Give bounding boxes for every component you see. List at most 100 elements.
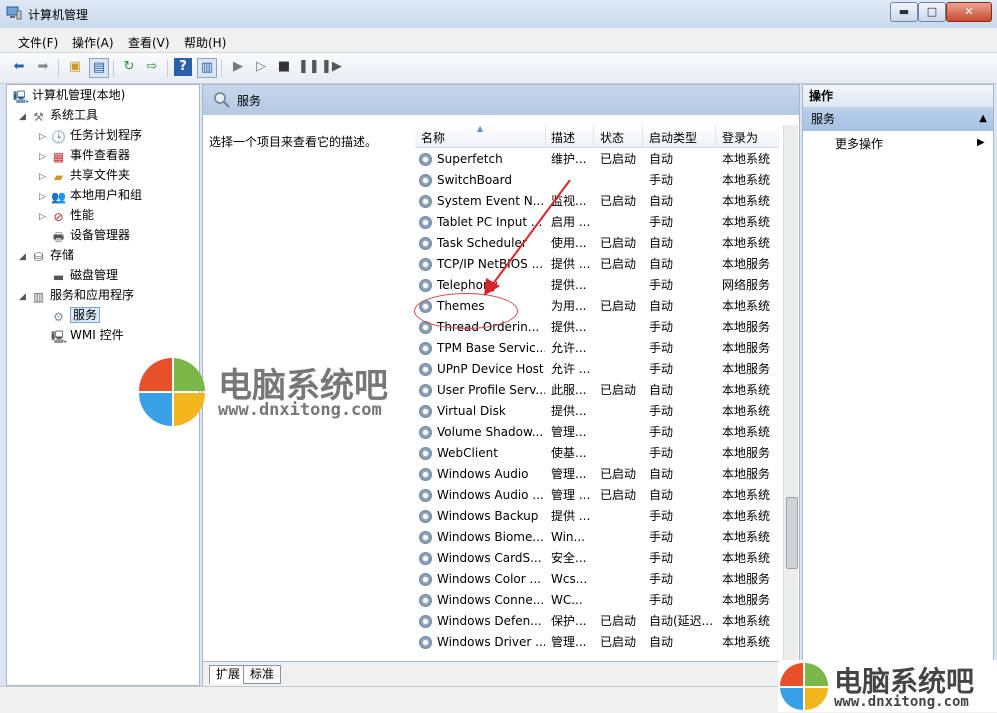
tree-item-services-apps[interactable]: ◢ ▥ 服务和应用程序 [19, 285, 134, 305]
service-startup-type: 自动 [649, 152, 674, 166]
service-startup-type: 手动 [649, 425, 674, 439]
refresh-icon[interactable]: ↻ [120, 58, 138, 76]
service-name: Windows Backup [437, 509, 539, 523]
collapse-up-icon[interactable]: ▲ [979, 107, 987, 131]
service-description: Win... [551, 530, 585, 544]
service-log-on-as: 本地服务 [722, 593, 771, 607]
table-row[interactable]: Windows Driver ... 管理... 已启动 自动 本地系统 [415, 632, 779, 653]
service-log-on-as: 本地服务 [722, 572, 771, 586]
column-log-on-as[interactable]: 登录为 [722, 129, 758, 146]
table-row[interactable]: Windows Audio ... 管理 ... 已启动 自动 本地系统 [415, 485, 779, 506]
table-row[interactable]: Superfetch 维护... 已启动 自动 本地系统 [415, 149, 779, 170]
minimize-button[interactable]: ▬ [890, 2, 918, 22]
table-row[interactable]: Windows Defen... 保护... 已启动 自动(延迟... 本地系统 [415, 611, 779, 632]
stop-service-icon[interactable]: ■ [275, 58, 293, 76]
help-icon[interactable]: ? [174, 58, 192, 76]
table-row[interactable]: WebClient 使基... 手动 本地服务 [415, 443, 779, 464]
table-row[interactable]: Windows Color ... Wcs... 手动 本地服务 [415, 569, 779, 590]
service-startup-type: 手动 [649, 572, 674, 586]
start-service-alt-icon[interactable]: ▷ [252, 58, 270, 76]
table-row[interactable]: Windows Backup 提供 ... 手动 本地系统 [415, 506, 779, 527]
table-row[interactable]: Windows Biome... Win... 手动 本地系统 [415, 527, 779, 548]
service-startup-type: 手动 [649, 404, 674, 418]
show-hide-tree-icon[interactable]: ▤ [89, 58, 109, 78]
expand-arrow-icon[interactable]: ▷ [39, 187, 51, 207]
actions-header: 操作 [803, 85, 993, 107]
service-log-on-as: 本地系统 [722, 173, 771, 187]
collapse-arrow-icon[interactable]: ◢ [19, 247, 31, 267]
table-row[interactable]: Volume Shadow... 管理... 手动 本地系统 [415, 422, 779, 443]
tree-item-local-users[interactable]: ▷ 👥 本地用户和组 [39, 185, 142, 205]
pause-service-icon[interactable]: ❚❚ [298, 58, 320, 76]
service-log-on-as: 本地服务 [722, 341, 771, 355]
services-title: 服务 [237, 94, 262, 108]
expand-arrow-icon[interactable]: ▷ [39, 207, 51, 227]
expand-arrow-icon[interactable]: ▷ [39, 167, 51, 187]
tree-item-services[interactable]: ⚙ 服务 [39, 305, 101, 325]
tree-item-performance[interactable]: ▷ ⊘ 性能 [39, 205, 94, 225]
restart-service-icon[interactable]: ❚▶ [321, 58, 342, 76]
back-arrow-icon[interactable]: ⬅ [10, 58, 28, 76]
actions-group-services[interactable]: 服务 ▲ [803, 107, 993, 131]
tab-standard[interactable]: 标准 [243, 665, 282, 684]
gear-icon [419, 279, 432, 292]
menu-action[interactable]: 操作(A) [72, 34, 114, 51]
close-button[interactable]: ✕ [946, 2, 992, 22]
tree-item-event-viewer[interactable]: ▷ ▦ 事件查看器 [39, 145, 130, 165]
table-row[interactable]: Windows Conne... WC... 手动 本地服务 [415, 590, 779, 611]
tree-item-disk-management[interactable]: ▬ 磁盘管理 [39, 265, 118, 285]
menu-file[interactable]: 文件(F) [18, 34, 58, 51]
gear-icon [419, 216, 432, 229]
tree-item-task-scheduler[interactable]: ▷ 🕓 任务计划程序 [39, 125, 142, 145]
gear-icon: ⚙ [53, 310, 64, 324]
service-name: TPM Base Servic... [437, 341, 545, 355]
column-description[interactable]: 描述 [551, 129, 575, 146]
maximize-button[interactable]: □ [918, 2, 946, 22]
watermark-corner: 电脑系统吧 www.dnxitong.com [778, 660, 997, 712]
table-row[interactable]: TPM Base Servic... 允许... 手动 本地服务 [415, 338, 779, 359]
service-description: 提供... [551, 404, 587, 418]
submenu-arrow-icon[interactable]: ▶ [977, 137, 985, 148]
forward-arrow-icon[interactable]: ➡ [34, 58, 52, 76]
service-description: WC... [551, 593, 583, 607]
computer-management-icon [6, 6, 22, 20]
column-startup-type[interactable]: 启动类型 [649, 129, 697, 146]
service-name: User Profile Serv... [437, 383, 545, 397]
service-status: 已启动 [600, 467, 637, 481]
start-service-icon[interactable]: ▶ [229, 58, 247, 76]
tab-extended[interactable]: 扩展 [209, 665, 248, 684]
collapse-arrow-icon[interactable]: ◢ [19, 107, 31, 127]
service-startup-type: 自动(延迟... [649, 614, 714, 628]
menu-view[interactable]: 查看(V) [128, 34, 170, 51]
collapse-arrow-icon[interactable]: ◢ [19, 287, 31, 307]
tree-item-storage[interactable]: ◢ ⛁ 存储 [19, 245, 74, 265]
up-folder-icon[interactable]: ▣ [66, 58, 84, 76]
scroll-thumb[interactable] [786, 497, 798, 569]
show-hide-action-pane-icon[interactable]: ▥ [197, 58, 217, 78]
watermark-url: www.dnxitong.com [218, 400, 382, 420]
table-row[interactable]: UPnP Device Host 允许 ... 手动 本地服务 [415, 359, 779, 380]
menu-help[interactable]: 帮助(H) [184, 34, 226, 51]
disk-icon: ▬ [52, 270, 65, 284]
table-row[interactable]: Windows Audio 管理... 已启动 自动 本地服务 [415, 464, 779, 485]
service-name: Superfetch [437, 152, 503, 166]
tree-item-shared-folders[interactable]: ▷ ▰ 共享文件夹 [39, 165, 130, 185]
tree-item-device-manager[interactable]: 🖶 设备管理器 [39, 225, 130, 245]
expand-arrow-icon[interactable]: ▷ [39, 147, 51, 167]
tree-item-root[interactable]: 🖳 计算机管理(本地) [13, 85, 125, 105]
table-row[interactable]: Virtual Disk 提供... 手动 本地系统 [415, 401, 779, 422]
table-row[interactable]: User Profile Serv... 此服... 已启动 自动 本地系统 [415, 380, 779, 401]
tree-item-wmi[interactable]: 🖳 WMI 控件 [39, 325, 124, 345]
table-row[interactable]: Windows CardS... 安全... 手动 本地系统 [415, 548, 779, 569]
column-name[interactable]: 名称 [421, 129, 445, 146]
title-bar: 计算机管理 ▬ □ ✕ [0, 0, 997, 28]
service-status: 已启动 [600, 236, 637, 250]
more-actions-item[interactable]: 更多操作 [835, 135, 883, 152]
service-log-on-as: 本地系统 [722, 404, 771, 418]
column-status[interactable]: 状态 [600, 129, 624, 146]
tree-item-system-tools[interactable]: ◢ ⚒ 系统工具 [19, 105, 98, 125]
export-list-icon[interactable]: ⇨ [143, 58, 161, 76]
vertical-scrollbar[interactable] [783, 125, 798, 661]
expand-arrow-icon[interactable]: ▷ [39, 127, 51, 147]
service-name: Windows Audio [437, 467, 529, 481]
